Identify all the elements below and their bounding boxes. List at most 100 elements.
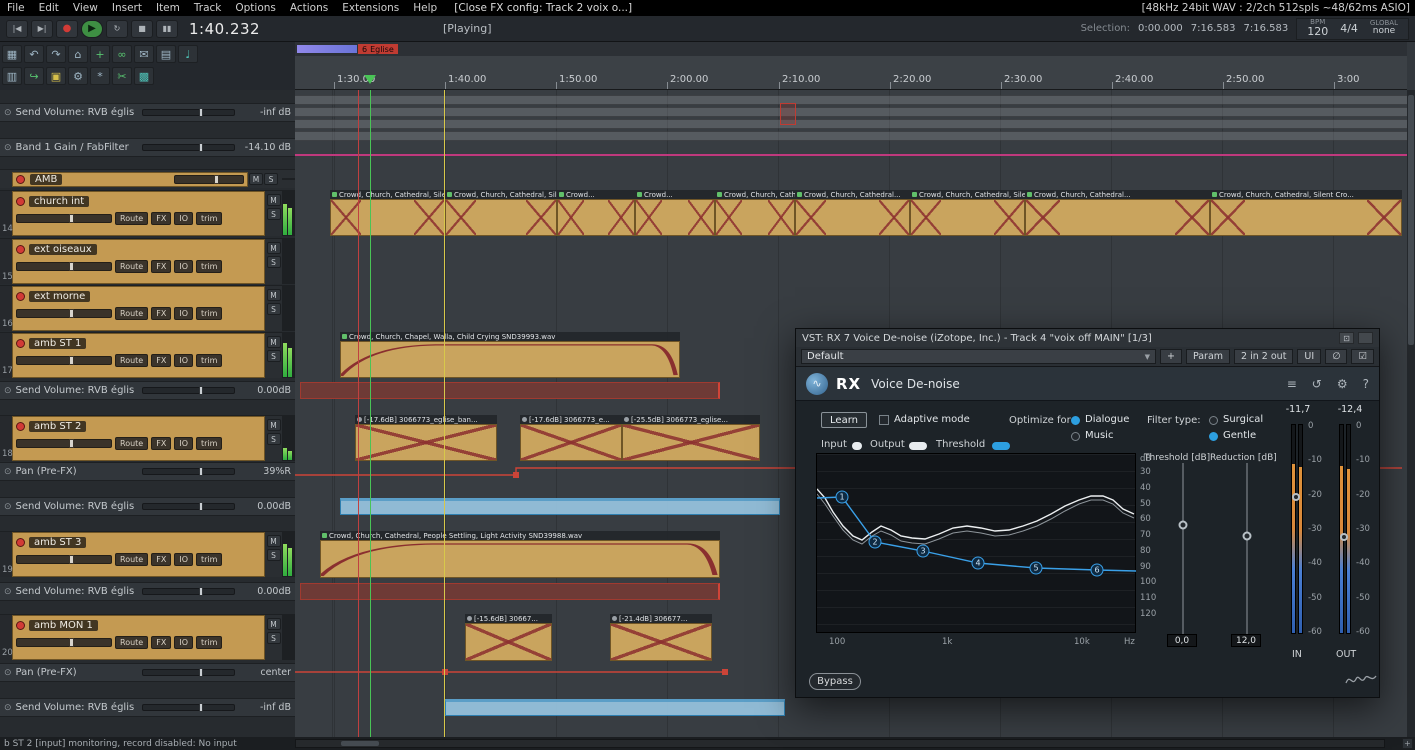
envelope-line-pink[interactable] [295,154,1407,156]
track-name[interactable]: ext oiseaux [29,244,97,255]
envelope-power-icon[interactable]: ⊙ [4,587,12,597]
automation-item[interactable] [445,699,785,716]
grid-icon[interactable]: ▤ [156,45,176,63]
envelope-power-icon[interactable]: ⊙ [4,108,12,118]
mute-button[interactable]: M [267,289,281,301]
fx-window[interactable]: VST: RX 7 Voice De-noise (iZotope, Inc.)… [795,328,1380,698]
envelope-fader[interactable] [142,588,235,595]
param-button[interactable]: Param [1186,349,1230,364]
threshold-slider-handle[interactable] [1179,521,1188,530]
audio-item-settling[interactable]: Crowd, Church, Cathedral, People Settlin… [320,531,720,578]
volume-fader[interactable] [16,309,112,318]
zoom-in-button[interactable]: + [1402,738,1413,749]
track-15[interactable]: 15 ext oiseaux Route FX IO trim M S [0,238,295,284]
mute-button[interactable]: M [267,242,281,254]
record-button[interactable]: ● [56,20,78,38]
solo-button[interactable]: S [267,303,281,315]
volume-fader[interactable] [174,175,244,184]
edit-cursor-line[interactable] [370,90,371,737]
envelope-lane-pan[interactable]: ⊙ Pan (Pre-FX) 39%R [0,462,295,481]
envelope-power-icon[interactable]: ⊙ [4,143,12,153]
envelope-fader[interactable] [142,704,235,711]
dock-icon[interactable]: ▦ [2,45,22,63]
envelope-power-icon[interactable]: ⊙ [4,386,12,396]
envelope-fader[interactable] [142,468,235,475]
transport-time-display[interactable]: 1:40.232 [189,20,260,38]
music-label[interactable]: Music [1085,430,1113,441]
trim-button[interactable]: trim [196,437,222,450]
horizontal-scrollbar-thumb[interactable] [341,741,379,746]
io-routing-button[interactable]: 2 in 2 out [1234,349,1293,364]
volume-fader[interactable] [16,214,112,223]
edit-cursor-marker[interactable] [364,75,376,84]
audio-item-small[interactable]: [-21.4dB] 306677... [610,614,712,661]
track-folder-amb[interactable]: AMB M S [0,169,295,188]
audio-item[interactable]: Crowd... [557,190,635,236]
adaptive-mode-checkbox[interactable] [879,415,889,425]
solo-button[interactable]: S [267,350,281,362]
selection-start[interactable]: 0:00.000 [1138,23,1183,34]
gentle-label[interactable]: Gentle [1223,430,1256,441]
minimized-track-items[interactable] [295,131,1407,141]
meter-knob[interactable] [1292,493,1300,501]
fx-window-titlebar[interactable]: VST: RX 7 Voice De-noise (iZotope, Inc.)… [796,329,1379,347]
muted-item[interactable] [300,382,720,399]
pause-button[interactable]: ▮▮ [156,20,178,38]
menu-options[interactable]: Options [228,2,283,14]
envelope-fader[interactable] [142,503,235,510]
record-arm-button[interactable] [16,245,25,254]
selection-end[interactable]: 7:16.583 [1191,23,1236,34]
trim-button[interactable]: trim [196,636,222,649]
link-icon[interactable]: ∞ [112,45,132,63]
track-name[interactable]: church int [29,196,89,207]
audio-item[interactable]: Crowd... [635,190,715,236]
route-button[interactable]: Route [115,212,148,225]
audio-item-eglise[interactable]: [-17.6dB] 3066773_eglise_ban... [355,415,497,461]
scissors-icon[interactable]: ✂ [112,67,132,85]
trim-button[interactable]: trim [196,553,222,566]
menu-extensions[interactable]: Extensions [335,2,406,14]
track-name[interactable]: amb MON 1 [29,620,98,631]
envelope-fader[interactable] [142,669,235,676]
home-icon[interactable]: ⌂ [68,45,88,63]
route-button[interactable]: Route [115,553,148,566]
output-toggle-label[interactable]: Output [870,439,905,450]
reduction-slider-handle[interactable] [1243,532,1252,541]
fx-button[interactable]: FX [151,260,171,273]
io-button[interactable]: IO [174,212,193,225]
audio-item[interactable]: Crowd, Church, Cathedral, Sil... [715,190,795,236]
metronome-icon[interactable]: ♩ [178,45,198,63]
spectrum-graph[interactable]: 1 2 3 4 5 6 [816,453,1136,633]
muted-item[interactable] [300,583,720,600]
record-arm-button[interactable] [16,197,25,206]
repeat-button[interactable]: ↻ [106,20,128,38]
undo-icon[interactable]: ↶ [24,45,44,63]
enabled-checkbox-icon[interactable]: ☑ [1351,349,1374,364]
goto-end-button[interactable]: ▶| [31,20,53,38]
add-preset-button[interactable]: + [1160,349,1182,364]
io-button[interactable]: IO [174,307,193,320]
help-icon[interactable]: ? [1363,377,1369,391]
play-button[interactable]: ▶ [81,20,103,38]
track-name[interactable]: amb ST 3 [29,537,86,548]
play-cursor-line[interactable] [444,90,445,737]
phase-icon[interactable]: ∅ [1325,349,1347,364]
solo-button[interactable]: S [267,433,281,445]
reduction-slider[interactable] [1246,463,1248,635]
audio-item-small[interactable]: [-15.6dB] 30667... [465,614,552,661]
crosshair-icon[interactable]: + [90,45,110,63]
record-arm-button[interactable] [16,175,25,184]
mute-button[interactable]: M [249,173,263,185]
fx-button[interactable]: FX [151,212,171,225]
envelope-fader[interactable] [142,144,235,151]
menu-view[interactable]: View [66,2,105,14]
horizontal-scrollbar[interactable] [295,739,1385,748]
threshold-node[interactable]: 2 [869,536,882,549]
record-arm-button[interactable] [16,292,25,301]
redo-icon[interactable]: ↷ [46,45,66,63]
input-toggle-label[interactable]: Input [821,439,847,450]
threshold-node[interactable]: 4 [972,557,985,570]
track-name[interactable]: AMB [30,174,62,185]
gear-icon[interactable]: ⚙ [68,67,88,85]
learn-button[interactable]: Learn [821,412,867,428]
